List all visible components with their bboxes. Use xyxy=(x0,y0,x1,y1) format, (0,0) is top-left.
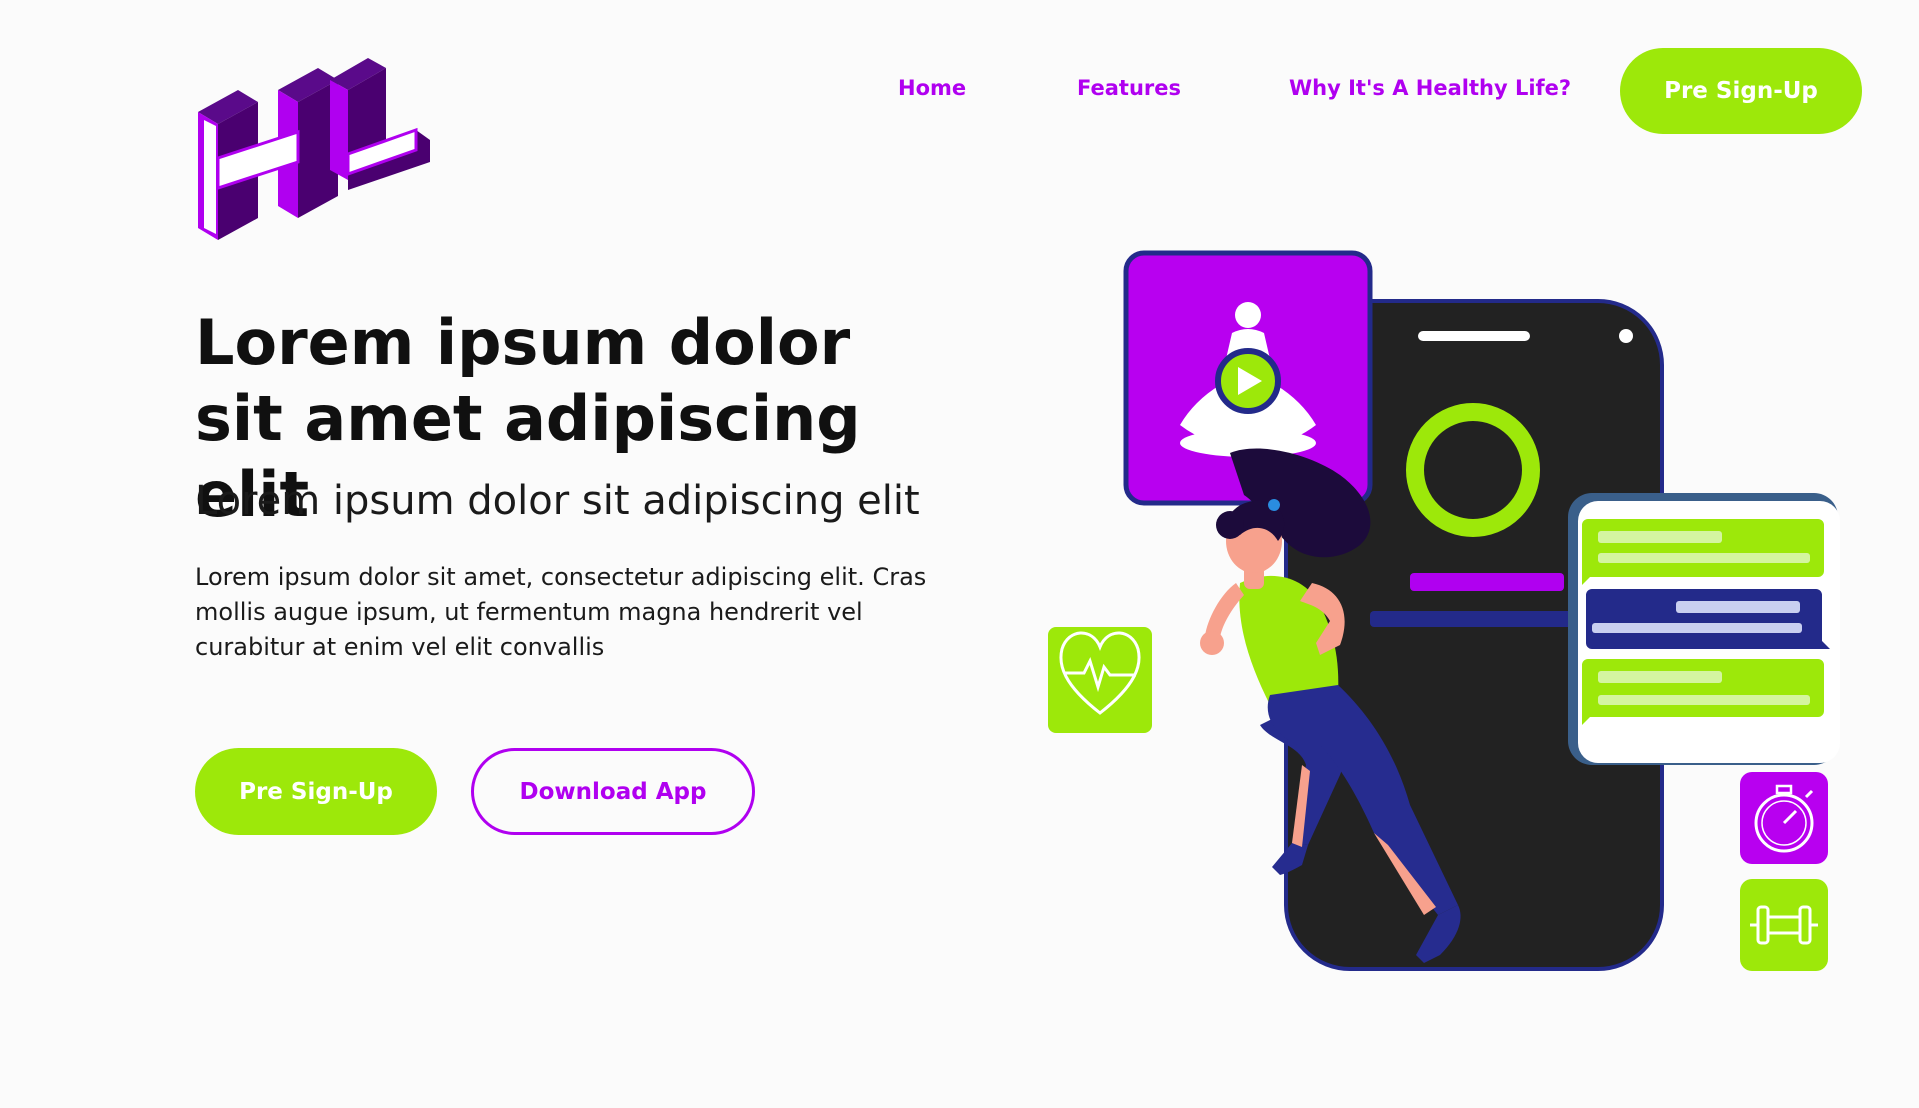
hero-subtitle: Lorem ipsum dolor sit adipiscing elit xyxy=(195,478,920,524)
fitness-app-illustration xyxy=(1048,250,1840,971)
hero-pre-signup-button[interactable]: Pre Sign-Up xyxy=(195,748,437,835)
nav-link-why-healthy-life[interactable]: Why It's A Healthy Life? xyxy=(1289,76,1571,100)
nav-pre-signup-button[interactable]: Pre Sign-Up xyxy=(1620,48,1862,134)
nav-link-features[interactable]: Features xyxy=(1077,76,1181,100)
hero-description: Lorem ipsum dolor sit amet, consectetur … xyxy=(195,563,927,661)
download-app-button[interactable]: Download App xyxy=(471,748,755,835)
phone-progress-bar xyxy=(1410,573,1564,591)
chat-bubbles-icon xyxy=(1568,493,1840,765)
dumbbell-icon xyxy=(1740,879,1828,971)
heart-pulse-icon xyxy=(1048,627,1152,733)
stopwatch-icon xyxy=(1740,772,1828,864)
nav-link-home[interactable]: Home xyxy=(898,76,966,100)
